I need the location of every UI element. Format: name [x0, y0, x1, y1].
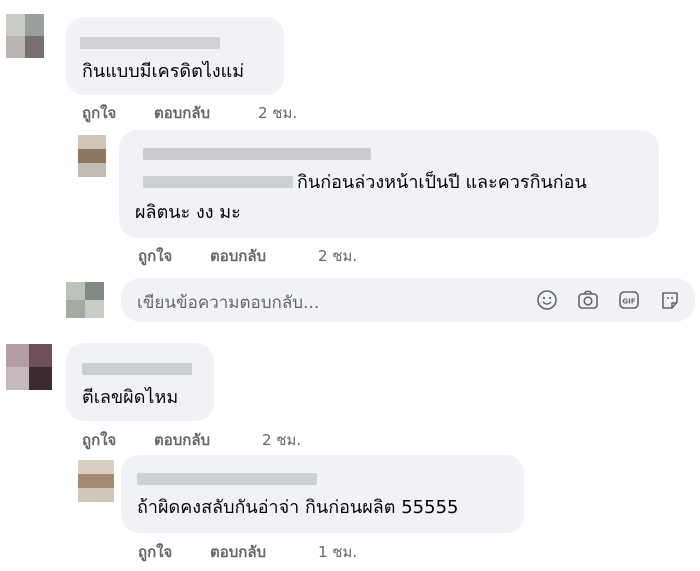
avatar[interactable]	[6, 14, 44, 58]
reply-input-box[interactable]: เขียนข้อความตอบกลับ... GIF	[121, 278, 695, 322]
reply-button[interactable]: ตอบกลับ	[210, 244, 266, 268]
like-button[interactable]: ถูกใจ	[82, 101, 116, 125]
like-button[interactable]: ถูกใจ	[138, 244, 172, 268]
comment-bubble: ตีเลขผิดไหม	[66, 343, 214, 421]
author-name-blurred[interactable]	[143, 148, 371, 160]
gif-icon[interactable]: GIF	[618, 289, 640, 311]
timestamp[interactable]: 2 ชม.	[262, 428, 301, 452]
comment-text: กินแบบมีเครดิตไงแม่	[82, 61, 245, 82]
comment-bubble: กินแบบมีเครดิตไงแม่	[66, 17, 284, 95]
reply-text: ถ้าผิดคงสลับกันอ่าจ่า กินก่อนผลิต 55555	[137, 497, 459, 518]
author-name-blurred[interactable]	[137, 473, 317, 485]
timestamp[interactable]: 2 ชม.	[318, 244, 357, 268]
avatar[interactable]	[78, 135, 106, 177]
reply-text-line-2: ผลิตนะ งง มะ	[135, 202, 241, 223]
reply-bubble: ถ้าผิดคงสลับกันอ่าจ่า กินก่อนผลิต 55555	[121, 455, 524, 533]
avatar	[66, 282, 104, 318]
reply-button[interactable]: ตอบกลับ	[154, 101, 210, 125]
author-name-blurred[interactable]	[143, 176, 293, 188]
timestamp[interactable]: 1 ชม.	[318, 540, 357, 564]
timestamp[interactable]: 2 ชม.	[258, 101, 297, 125]
comment-text: ตีเลขผิดไหม	[82, 387, 179, 408]
reply-input-placeholder[interactable]: เขียนข้อความตอบกลับ...	[137, 289, 319, 316]
author-name-blurred[interactable]	[80, 37, 220, 49]
reply-bubble: กินก่อนล่วงหน้าเป็นปี และควรกินก่อน ผลิต…	[119, 130, 659, 238]
reply-button[interactable]: ตอบกลับ	[210, 540, 266, 564]
reply-text-line-1: กินก่อนล่วงหน้าเป็นปี และควรกินก่อน	[297, 172, 587, 193]
author-name-blurred[interactable]	[82, 363, 192, 375]
avatar[interactable]	[6, 344, 52, 390]
camera-icon[interactable]	[577, 289, 599, 311]
reply-button[interactable]: ตอบกลับ	[154, 428, 210, 452]
sticker-icon[interactable]	[659, 289, 681, 311]
svg-text:GIF: GIF	[622, 298, 635, 306]
smile-icon[interactable]	[536, 289, 558, 311]
avatar[interactable]	[78, 460, 114, 502]
like-button[interactable]: ถูกใจ	[82, 428, 116, 452]
like-button[interactable]: ถูกใจ	[138, 540, 172, 564]
